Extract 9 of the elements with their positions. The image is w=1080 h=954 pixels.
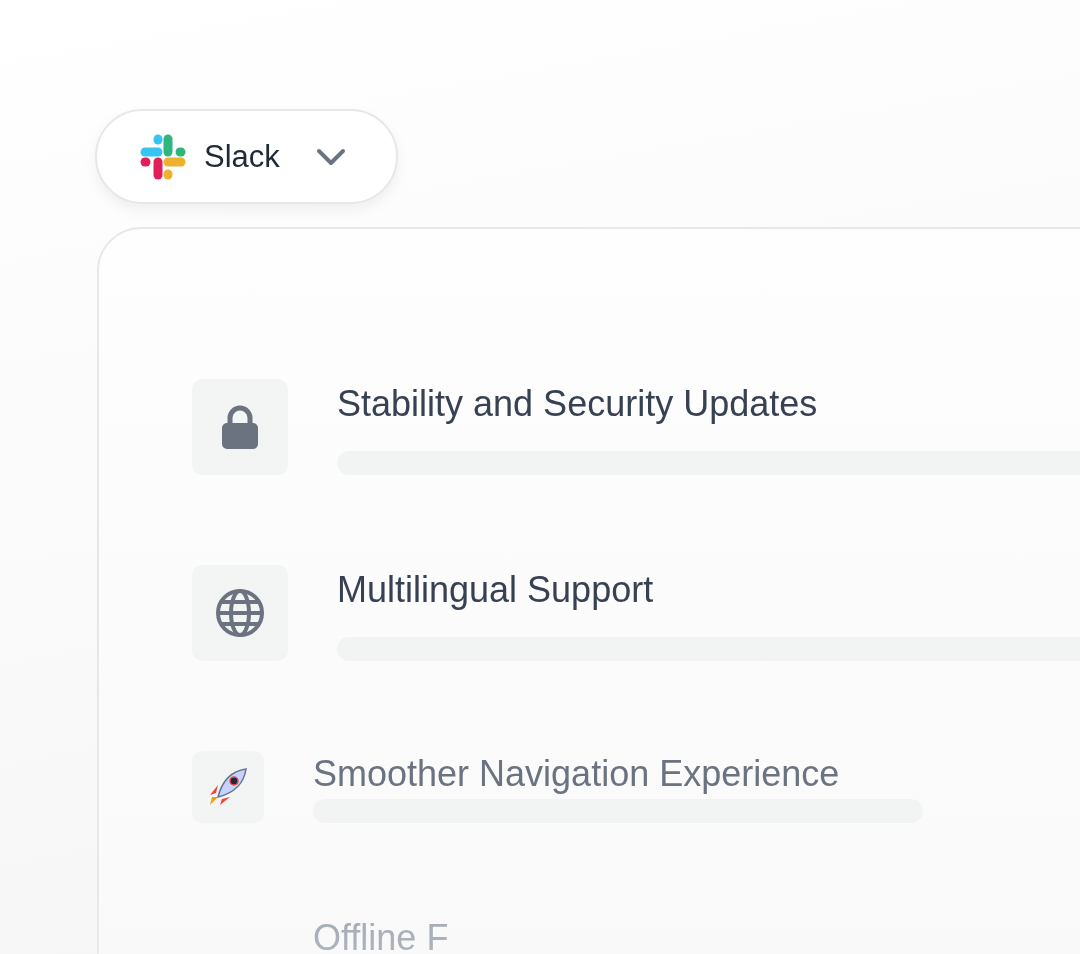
update-title: Stability and Security Updates (337, 383, 819, 425)
rocket-icon (208, 767, 248, 807)
update-title: Smoother Navigation Experience (313, 753, 841, 795)
update-title: Multilingual Support (337, 569, 655, 611)
slack-logo-icon (140, 133, 186, 180)
update-title: Offline F (313, 917, 450, 954)
chevron-down-icon (316, 146, 346, 167)
globe-icon (215, 588, 265, 638)
app-selector[interactable]: Slack (95, 109, 398, 204)
